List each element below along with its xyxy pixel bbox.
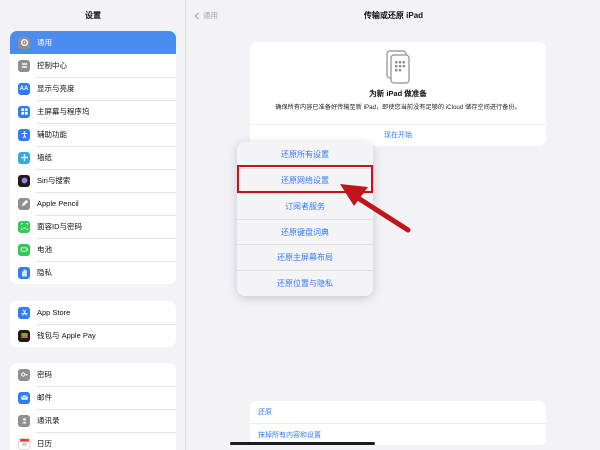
home-screen-icon [18,105,30,118]
sidebar-item-label: Apple Pencil [37,199,79,208]
ipad-transfer-icon [386,50,410,84]
menu-item-reset-home-screen-layout[interactable]: 还原主屏幕布局 [237,244,373,270]
sidebar-group-accounts: 密码 邮件 通讯录 日历 [10,363,176,450]
highlight-box [237,165,373,193]
home-indicator [230,442,375,445]
calendar-icon [18,437,30,450]
sidebar-item-wallet[interactable]: 钱包与 Apple Pay [10,324,176,347]
sidebar-item-mail[interactable]: 邮件 [10,386,176,409]
sidebar-item-display[interactable]: AA 显示与亮度 [10,77,176,100]
pencil-icon [18,197,30,210]
sidebar-item-label: 钱包与 Apple Pay [37,331,96,340]
sidebar-item-label: 邮件 [37,393,52,402]
sidebar-item-label: 辅助功能 [37,130,67,139]
sidebar-item-siri[interactable]: Siri与搜索 [10,169,176,192]
sidebar-item-home-screen[interactable]: 主屏幕与程序坞 [10,100,176,123]
card-description: 确保所有内容已准备好传输至新 iPad，即使您当前没有足够的 iCloud 储存… [275,104,521,111]
menu-item-reset-all-settings[interactable]: 还原所有设置 [237,142,373,168]
reset-button[interactable]: 还原 [250,401,546,423]
accessibility-icon [18,128,30,141]
sidebar-item-label: App Store [37,308,71,317]
menu-item-subscriber-services[interactable]: 订阅者服务 [237,193,373,219]
sidebar-item-calendar[interactable]: 日历 [10,432,176,450]
sidebar-item-general[interactable]: 通用 [10,31,176,54]
display-icon: AA [18,82,30,95]
sidebar: 设置 通用 控制中心 AA 显示与亮度 主屏幕与程序坞 辅助功能 墙纸 Siri… [0,0,186,450]
sidebar-item-accessibility[interactable]: 辅助功能 [10,123,176,146]
sidebar-group-store: App Store 钱包与 Apple Pay [10,301,176,347]
siri-icon [18,174,30,187]
battery-icon [18,243,30,256]
faceid-icon [18,220,30,233]
app-store-icon [18,306,30,319]
sidebar-item-faceid[interactable]: 面容ID与密码 [10,215,176,238]
card-heading: 为新 iPad 做准备 [369,89,427,98]
sidebar-item-label: Siri与搜索 [37,176,71,185]
reset-erase-card: 还原 抹掉所有内容和设置 [250,401,546,445]
sidebar-item-privacy[interactable]: 隐私 [10,261,176,284]
hand-icon [18,266,30,279]
sidebar-item-label: 墙纸 [37,153,52,162]
sidebar-item-apple-pencil[interactable]: Apple Pencil [10,192,176,215]
sidebar-item-label: 主屏幕与程序坞 [37,107,90,116]
sidebar-item-control-center[interactable]: 控制中心 [10,54,176,77]
contacts-icon [18,414,30,427]
sidebar-item-label: 密码 [37,370,52,379]
wallet-icon [18,329,30,342]
sidebar-item-label: 电池 [37,245,52,254]
sidebar-item-contacts[interactable]: 通讯录 [10,409,176,432]
sidebar-item-label: 控制中心 [37,61,67,70]
sidebar-item-label: 通用 [37,38,52,47]
key-icon [18,368,30,381]
wallpaper-icon [18,151,30,164]
sidebar-item-label: 显示与亮度 [37,84,75,93]
sidebar-group-general: 通用 控制中心 AA 显示与亮度 主屏幕与程序坞 辅助功能 墙纸 Siri与搜索 [10,31,176,284]
divider [250,124,546,125]
gear-icon [18,36,30,49]
page-title: 传输或还原 iPad [363,11,424,20]
sidebar-item-app-store[interactable]: App Store [10,301,176,324]
sidebar-item-wallpaper[interactable]: 墙纸 [10,146,176,169]
menu-item-reset-keyboard-dictionary[interactable]: 还原键盘词典 [237,218,373,245]
mail-icon [18,391,30,404]
sidebar-title: 设置 [85,11,101,20]
sidebar-item-passwords[interactable]: 密码 [10,363,176,386]
sidebar-item-label: 隐私 [37,268,52,277]
get-started-link[interactable]: 现在开始 [250,130,546,140]
menu-item-reset-location-privacy[interactable]: 还原位置与隐私 [237,270,373,296]
control-center-icon [18,59,30,72]
sidebar-item-label: 通讯录 [37,416,60,425]
sidebar-item-battery[interactable]: 电池 [10,238,176,261]
prepare-new-ipad-card: 为新 iPad 做准备 确保所有内容已准备好传输至新 iPad，即使您当前没有足… [250,42,546,146]
sidebar-item-label: 日历 [37,439,52,448]
sidebar-item-label: 面容ID与密码 [37,222,82,231]
